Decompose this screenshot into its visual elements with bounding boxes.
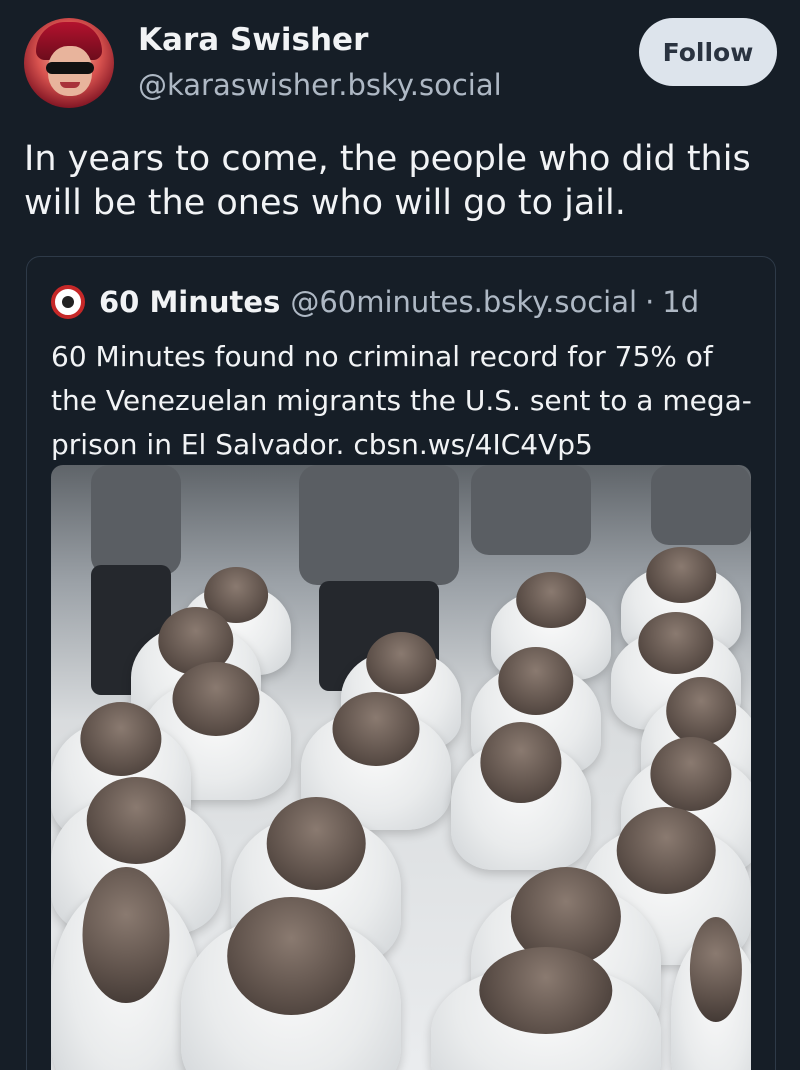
author-handle[interactable]: @karaswisher.bsky.social bbox=[138, 68, 502, 102]
prisoner-head bbox=[646, 547, 716, 603]
60-minutes-logo-icon[interactable] bbox=[51, 285, 85, 319]
prisoner-head bbox=[650, 737, 732, 812]
guard-figure bbox=[91, 465, 181, 575]
follow-button[interactable]: Follow bbox=[639, 18, 777, 86]
prisoner-head bbox=[82, 867, 170, 1004]
prisoner-head bbox=[172, 662, 260, 737]
prisoner-head bbox=[689, 917, 743, 1023]
prisoner-head bbox=[516, 572, 586, 628]
prisoner-figure bbox=[451, 722, 591, 870]
author-display-name[interactable]: Kara Swisher bbox=[138, 22, 368, 58]
prisoner-head bbox=[616, 807, 716, 894]
prisoner-head bbox=[638, 612, 714, 674]
prisoner-head bbox=[332, 692, 420, 767]
avatar-sunglasses bbox=[46, 62, 94, 74]
prisoner-head bbox=[480, 722, 562, 803]
quoted-post-text: 60 Minutes found no criminal record for … bbox=[51, 340, 752, 461]
logo-center-dot bbox=[62, 296, 74, 308]
quoted-author-handle[interactable]: @60minutes.bsky.social bbox=[290, 285, 637, 319]
post-text: In years to come, the people who did thi… bbox=[24, 139, 751, 223]
prisoner-head bbox=[479, 947, 613, 1034]
quoted-post-timestamp: 1d bbox=[662, 285, 700, 319]
quoted-post-image[interactable] bbox=[51, 465, 751, 1070]
prisoner-head bbox=[666, 677, 736, 746]
prisoner-head bbox=[227, 897, 355, 1015]
prisoner-head bbox=[366, 632, 436, 694]
prisoner-head bbox=[266, 797, 366, 890]
prisoner-head bbox=[86, 777, 186, 864]
author-avatar[interactable] bbox=[24, 18, 114, 108]
quoted-post-header: 60 Minutes @60minutes.bsky.social · 1d bbox=[51, 285, 771, 319]
avatar-mouth bbox=[60, 82, 80, 88]
prisoner-head bbox=[498, 647, 574, 716]
guard-figure bbox=[651, 465, 751, 545]
quoted-post-card[interactable]: 60 Minutes @60minutes.bsky.social · 1d 6… bbox=[26, 256, 776, 1070]
prisoner-head bbox=[80, 702, 162, 777]
post: Kara Swisher @karaswisher.bsky.social Fo… bbox=[0, 0, 800, 1070]
header-separator: · bbox=[645, 285, 655, 319]
quoted-author-name[interactable]: 60 Minutes bbox=[99, 285, 280, 319]
guard-figure bbox=[299, 465, 459, 585]
guard-figure bbox=[471, 465, 591, 555]
